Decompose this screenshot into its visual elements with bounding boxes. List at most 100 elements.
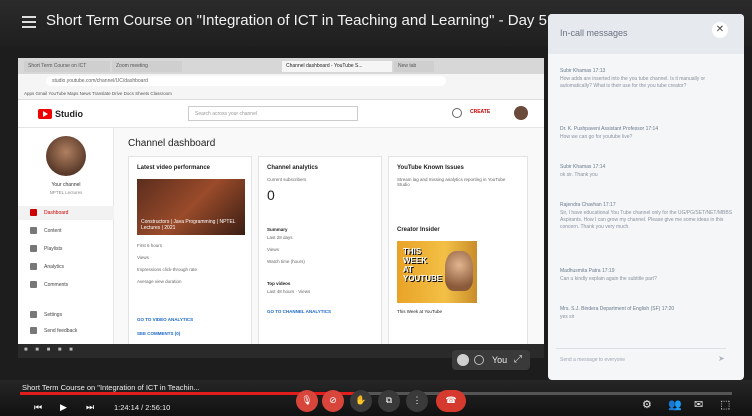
sidebar-item-playlists[interactable]: Playlists — [18, 242, 114, 256]
see-comments-link[interactable]: SEE COMMENTS (0) — [137, 331, 180, 336]
hand-icon: ✋ — [355, 395, 367, 405]
metric-label: Impressions click-through rate — [137, 267, 198, 272]
thumbnail-caption: Constructors | Java Programming | NPTEL … — [141, 219, 236, 231]
chat-header: In-call messages ✕ — [548, 14, 744, 54]
progress-bar[interactable] — [20, 392, 732, 395]
more-vert-icon: ⋮ — [412, 395, 422, 405]
dashboard-icon — [30, 209, 37, 216]
summary-sub: Last 28 days — [267, 235, 293, 240]
hang-up-icon: ☎ — [445, 395, 457, 405]
video-thumbnail[interactable]: Constructors | Java Programming | NPTEL … — [137, 179, 245, 235]
sidebar-item-dashboard[interactable]: Dashboard — [18, 206, 114, 220]
chat-message: Subir Khamas 17:14 ok sir. Thank you — [560, 164, 736, 179]
studio-logo-text: Studio — [55, 109, 83, 119]
people-icon[interactable]: 👥 — [668, 398, 682, 411]
feedback-icon — [30, 327, 37, 334]
known-issues-text: Stream lag and missing analytics reporti… — [397, 177, 506, 187]
browser-tab-active[interactable]: Channel dashboard - YouTube S... — [282, 61, 392, 72]
channel-subtitle: NPTEL Lectures — [49, 190, 83, 195]
self-avatar — [457, 354, 469, 366]
sidebar-item-settings[interactable]: Settings — [18, 308, 114, 322]
sidebar-item-feedback[interactable]: Send feedback — [18, 324, 114, 338]
creator-insider-thumbnail[interactable]: THIS WEEK AT YOUTUBE — [397, 241, 477, 303]
help-icon[interactable] — [452, 108, 462, 118]
metric-label: First 6 hours — [137, 243, 163, 248]
settings-icon[interactable]: ⚙ — [642, 398, 652, 411]
chat-message: Mrs. S.J. Bindera Department of English … — [560, 306, 736, 321]
account-avatar[interactable] — [514, 106, 528, 120]
chat-message: Dr. K. Pushpaveni Assistant Professor 17… — [560, 126, 736, 141]
top-videos-label: Top videos — [267, 281, 291, 286]
previous-icon[interactable]: ⏮ — [34, 402, 42, 413]
message-text: How we can go for youtube live? — [560, 134, 633, 140]
message-sender: Mrs. S.J. Bindera Department of English … — [560, 306, 675, 312]
mic-off-button[interactable]: 🎙 — [296, 390, 318, 412]
summary-label: Summary — [267, 227, 288, 232]
chat-panel: In-call messages ✕ Subir Khamas 17:13 Ho… — [548, 14, 744, 380]
taskbar-icons: ■ ■ ■ ■ ■ — [24, 347, 76, 353]
creator-insider-title: Creator Insider — [397, 227, 440, 233]
message-sender: Subir Khamas 17:13 — [560, 68, 606, 74]
bookmarks-bar[interactable]: Apps Gmail YouTube Maps News Translate D… — [18, 88, 544, 100]
activities-icon[interactable]: ⬚ — [720, 398, 730, 411]
metric-label: Average view duration — [137, 279, 182, 284]
watch-time-label: Watch time (hours) — [267, 259, 305, 264]
raise-hand-button[interactable]: ✋ — [350, 390, 372, 412]
self-label: You — [492, 355, 508, 365]
leave-call-button[interactable]: ☎ — [436, 390, 466, 412]
browser-tab[interactable]: Zoom meeting — [112, 61, 182, 72]
address-bar[interactable]: studio.youtube.com/channel/UC/dashboard — [46, 76, 446, 86]
more-options-button[interactable]: ⋮ — [406, 390, 428, 412]
message-text: Can u kindly explain again the subtitle … — [560, 276, 657, 282]
studio-search-input[interactable]: Search across your channel — [188, 106, 358, 121]
channel-analytics-card: Channel analytics Current subscribers 0 … — [258, 156, 382, 356]
message-text: How adds are inserted into the you tube … — [560, 76, 706, 89]
browser-tab[interactable]: New tab — [394, 61, 434, 72]
creator-thumb-text: THIS WEEK AT YOUTUBE — [403, 247, 443, 283]
message-sender: Rajendra Chavhan 17:17 — [560, 202, 616, 208]
close-icon[interactable]: ✕ — [712, 22, 728, 38]
chat-message-input[interactable]: Send a message to everyone — [556, 348, 726, 368]
presenter-face — [445, 251, 473, 291]
camera-off-icon: ⊘ — [329, 395, 337, 405]
chat-message: Subir Khamas 17:13 How adds are inserted… — [560, 68, 736, 90]
browser-tab[interactable]: Short Term Course on ICT — [24, 61, 110, 72]
known-issues-card: YouTube Known Issues Stream lag and miss… — [388, 156, 528, 356]
card-title: Channel analytics — [267, 165, 319, 171]
channel-avatar[interactable] — [46, 136, 86, 176]
chat-message: Rajendra Chavhan 17:17 Sir, I have educa… — [560, 202, 736, 231]
studio-header: Studio Search across your channel CREATE — [18, 100, 544, 128]
studio-logo[interactable]: Studio — [38, 109, 83, 119]
studio-sidebar: Your channel NPTEL Lectures Dashboard Co… — [18, 128, 114, 358]
time-display: 1:24:14 / 2:56:10 — [114, 403, 171, 412]
metric-label: Views — [137, 255, 149, 260]
comments-icon — [30, 281, 37, 288]
chat-message: Madhusmita Patra 17:19 Can u kindly expl… — [560, 268, 736, 283]
sidebar-item-comments[interactable]: Comments — [18, 278, 114, 292]
sidebar-item-content[interactable]: Content — [18, 224, 114, 238]
present-button[interactable]: ⧉ — [378, 390, 400, 412]
next-icon[interactable]: ⏭ — [86, 402, 94, 413]
video-analytics-link[interactable]: GO TO VIDEO ANALYTICS — [137, 317, 193, 322]
message-text: Sir, I have educational You Tube channel… — [560, 210, 733, 230]
browser-toolbar: studio.youtube.com/channel/UC/dashboard — [18, 74, 544, 88]
channel-analytics-link[interactable]: GO TO CHANNEL ANALYTICS — [267, 309, 331, 314]
views-label: Views — [267, 247, 279, 252]
dashboard-main: Channel dashboard Latest video performan… — [114, 128, 544, 358]
create-button[interactable]: CREATE — [470, 109, 490, 115]
analytics-icon — [30, 263, 37, 270]
video-frame: Short Term Course on "Integration of ICT… — [0, 0, 752, 416]
send-icon[interactable]: ➤ — [718, 354, 725, 363]
card-title: YouTube Known Issues — [397, 165, 464, 171]
expand-icon[interactable]: ⤢ — [514, 354, 522, 365]
sidebar-item-analytics[interactable]: Analytics — [18, 260, 114, 274]
play-icon[interactable]: ▶ — [60, 402, 67, 413]
message-sender: Madhusmita Patra 17:19 — [560, 268, 615, 274]
menu-icon[interactable] — [22, 16, 36, 28]
creator-caption: This Week at YouTube — [397, 309, 443, 314]
chat-icon[interactable]: ✉ — [694, 398, 703, 411]
message-sender: Dr. K. Pushpaveni Assistant Professor 17… — [560, 126, 659, 132]
camera-off-button[interactable]: ⊘ — [322, 390, 344, 412]
content-icon — [30, 227, 37, 234]
subscribers-label: Current subscribers — [267, 177, 307, 182]
